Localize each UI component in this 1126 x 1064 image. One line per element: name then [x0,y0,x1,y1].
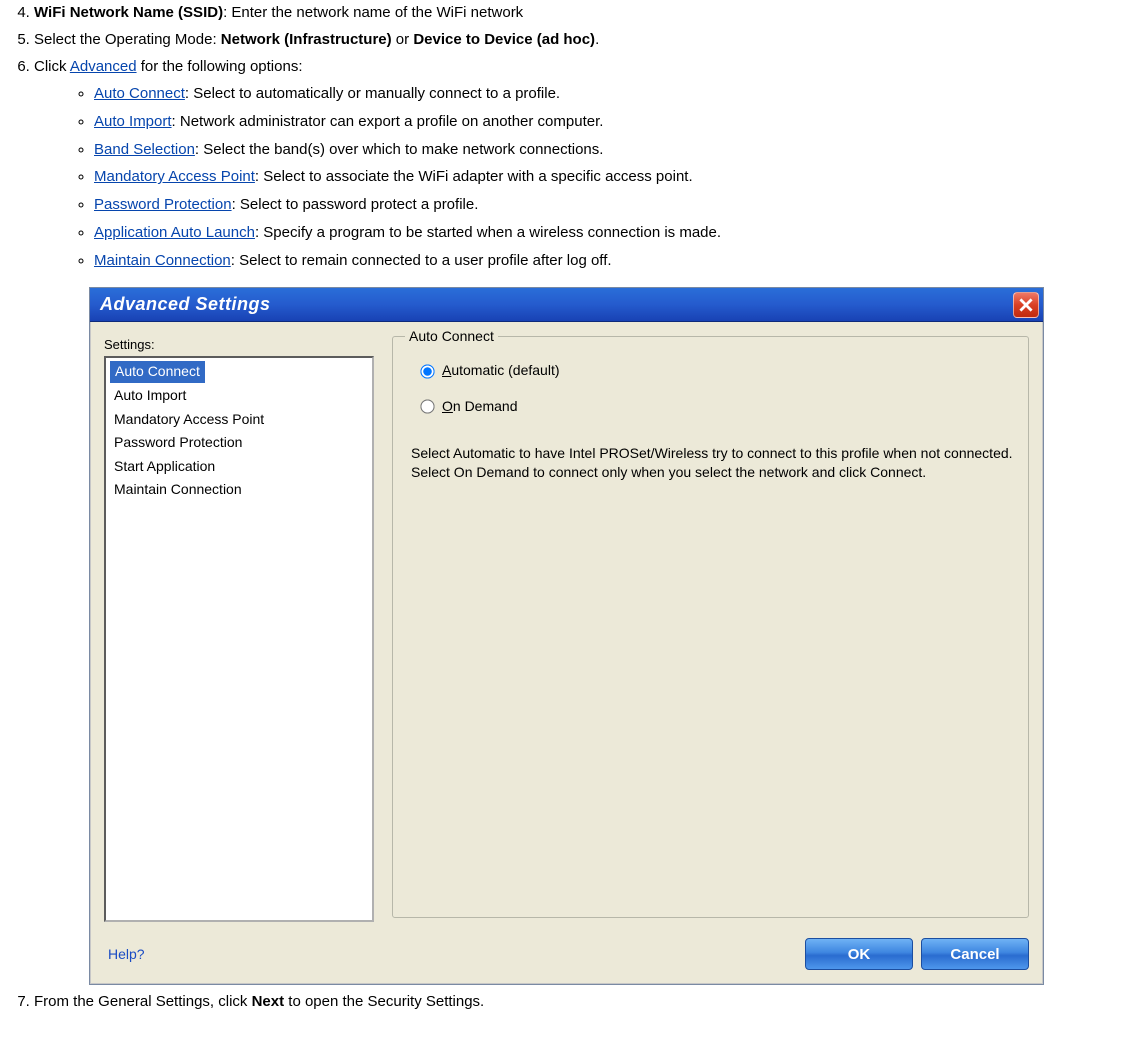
sublink-band-selection[interactable]: Band Selection [94,141,195,158]
sublink-maintain-connection[interactable]: Maintain Connection [94,252,231,269]
opmode-pre: Select the Operating Mode: [34,31,221,48]
ok-button[interactable]: OK [805,938,913,970]
sublink-password-protection[interactable]: Password Protection [94,196,232,213]
advanced-sublist: Auto Connect: Select to automatically or… [34,83,1118,271]
list-item[interactable]: Mandatory Access Point [108,408,370,432]
sublink-app-auto-launch[interactable]: Application Auto Launch [94,224,255,241]
advanced-pre: Click [34,58,70,75]
auto-connect-groupbox: Auto Connect Automatic (default) On Dema… [392,336,1029,918]
step7-pre: From the General Settings, click [34,993,252,1010]
dialog-title: Advanced Settings [100,292,271,317]
ssid-label: WiFi Network Name (SSID) [34,4,223,21]
auto-connect-description: Select Automatic to have Intel PROSet/Wi… [411,444,1014,482]
subdesc: : Select to password protect a profile. [232,196,479,213]
settings-label: Settings: [104,336,374,354]
advanced-link[interactable]: Advanced [70,58,137,75]
opmode-b1: Network (Infrastructure) [221,31,392,48]
list-item[interactable]: Password Protection [108,431,370,455]
subdesc: : Select to associate the WiFi adapter w… [255,168,693,185]
step7-post: to open the Security Settings. [284,993,484,1010]
settings-listbox[interactable]: Auto Connect Auto Import Mandatory Acces… [104,356,374,922]
sublink-auto-connect[interactable]: Auto Connect [94,85,185,102]
opmode-b2: Device to Device (ad hoc) [413,31,595,48]
radio-on-demand-label: On Demand [442,397,517,417]
advanced-post: for the following options: [137,58,303,75]
subdesc: : Select the band(s) over which to make … [195,141,604,158]
list-item[interactable]: Maintain Connection [108,478,370,502]
advanced-settings-dialog: Advanced Settings Settings: Auto Connect… [89,287,1044,985]
cancel-button[interactable]: Cancel [921,938,1029,970]
subdesc: : Select to remain connected to a user p… [231,252,612,269]
step7-next: Next [252,993,285,1010]
list-item[interactable]: Auto Connect [110,361,205,383]
groupbox-title: Auto Connect [405,327,498,347]
list-item[interactable]: Start Application [108,455,370,479]
subdesc: : Network administrator can export a pro… [172,113,604,130]
help-link[interactable]: Help? [108,945,145,965]
opmode-post: . [595,31,599,48]
radio-automatic-label: Automatic (default) [442,361,560,381]
dialog-titlebar[interactable]: Advanced Settings [90,288,1043,322]
subdesc: : Select to automatically or manually co… [185,85,560,102]
sublink-mandatory-ap[interactable]: Mandatory Access Point [94,168,255,185]
close-icon[interactable] [1013,292,1039,318]
radio-automatic[interactable] [420,364,434,378]
sublink-auto-import[interactable]: Auto Import [94,113,172,130]
subdesc: : Specify a program to be started when a… [255,224,721,241]
list-item[interactable]: Auto Import [108,384,370,408]
opmode-mid: or [392,31,414,48]
ssid-desc: : Enter the network name of the WiFi net… [223,4,523,21]
radio-on-demand[interactable] [420,399,434,413]
